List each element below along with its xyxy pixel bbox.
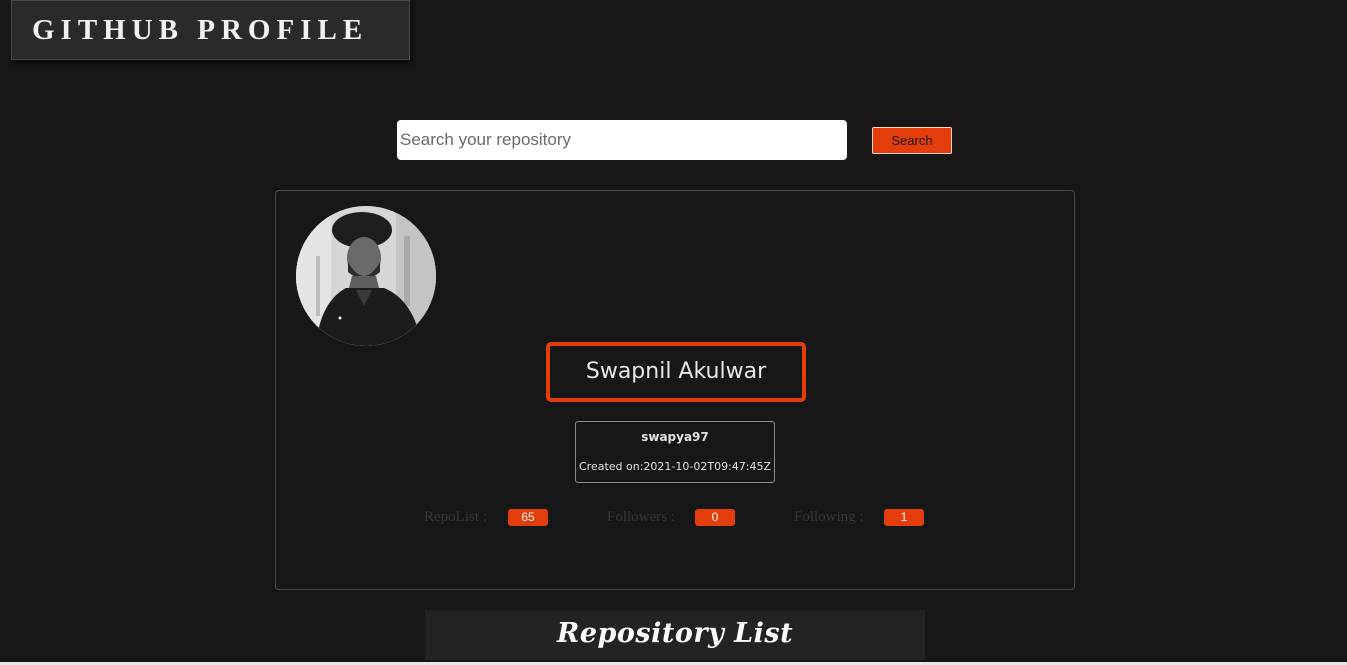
avatar-photo — [296, 206, 436, 346]
followers-badge: 0 — [695, 509, 735, 526]
repo-count-badge: 65 — [508, 509, 548, 526]
repository-list-heading: Repository List — [425, 610, 925, 660]
app-title: GITHUB PROFILE — [11, 0, 410, 60]
created-date: Created on:2021-10-02T09:47:45Z — [578, 460, 772, 473]
search-input[interactable] — [397, 120, 847, 160]
profile-login: swapya97 — [641, 430, 709, 444]
following-label: Following : — [794, 509, 864, 525]
profile-name: Swapnil Akulwar — [546, 342, 806, 402]
account-info-box: swapya97 Created on:2021-10-02T09:47:45Z — [575, 421, 775, 483]
repo-count-label: RepoList : — [424, 509, 487, 525]
followers-label: Followers : — [607, 509, 675, 525]
avatar — [296, 206, 436, 346]
profile-card: Swapnil Akulwar swapya97 Created on:2021… — [275, 190, 1075, 590]
following-badge: 1 — [884, 509, 924, 526]
search-button[interactable]: Search — [872, 127, 952, 154]
